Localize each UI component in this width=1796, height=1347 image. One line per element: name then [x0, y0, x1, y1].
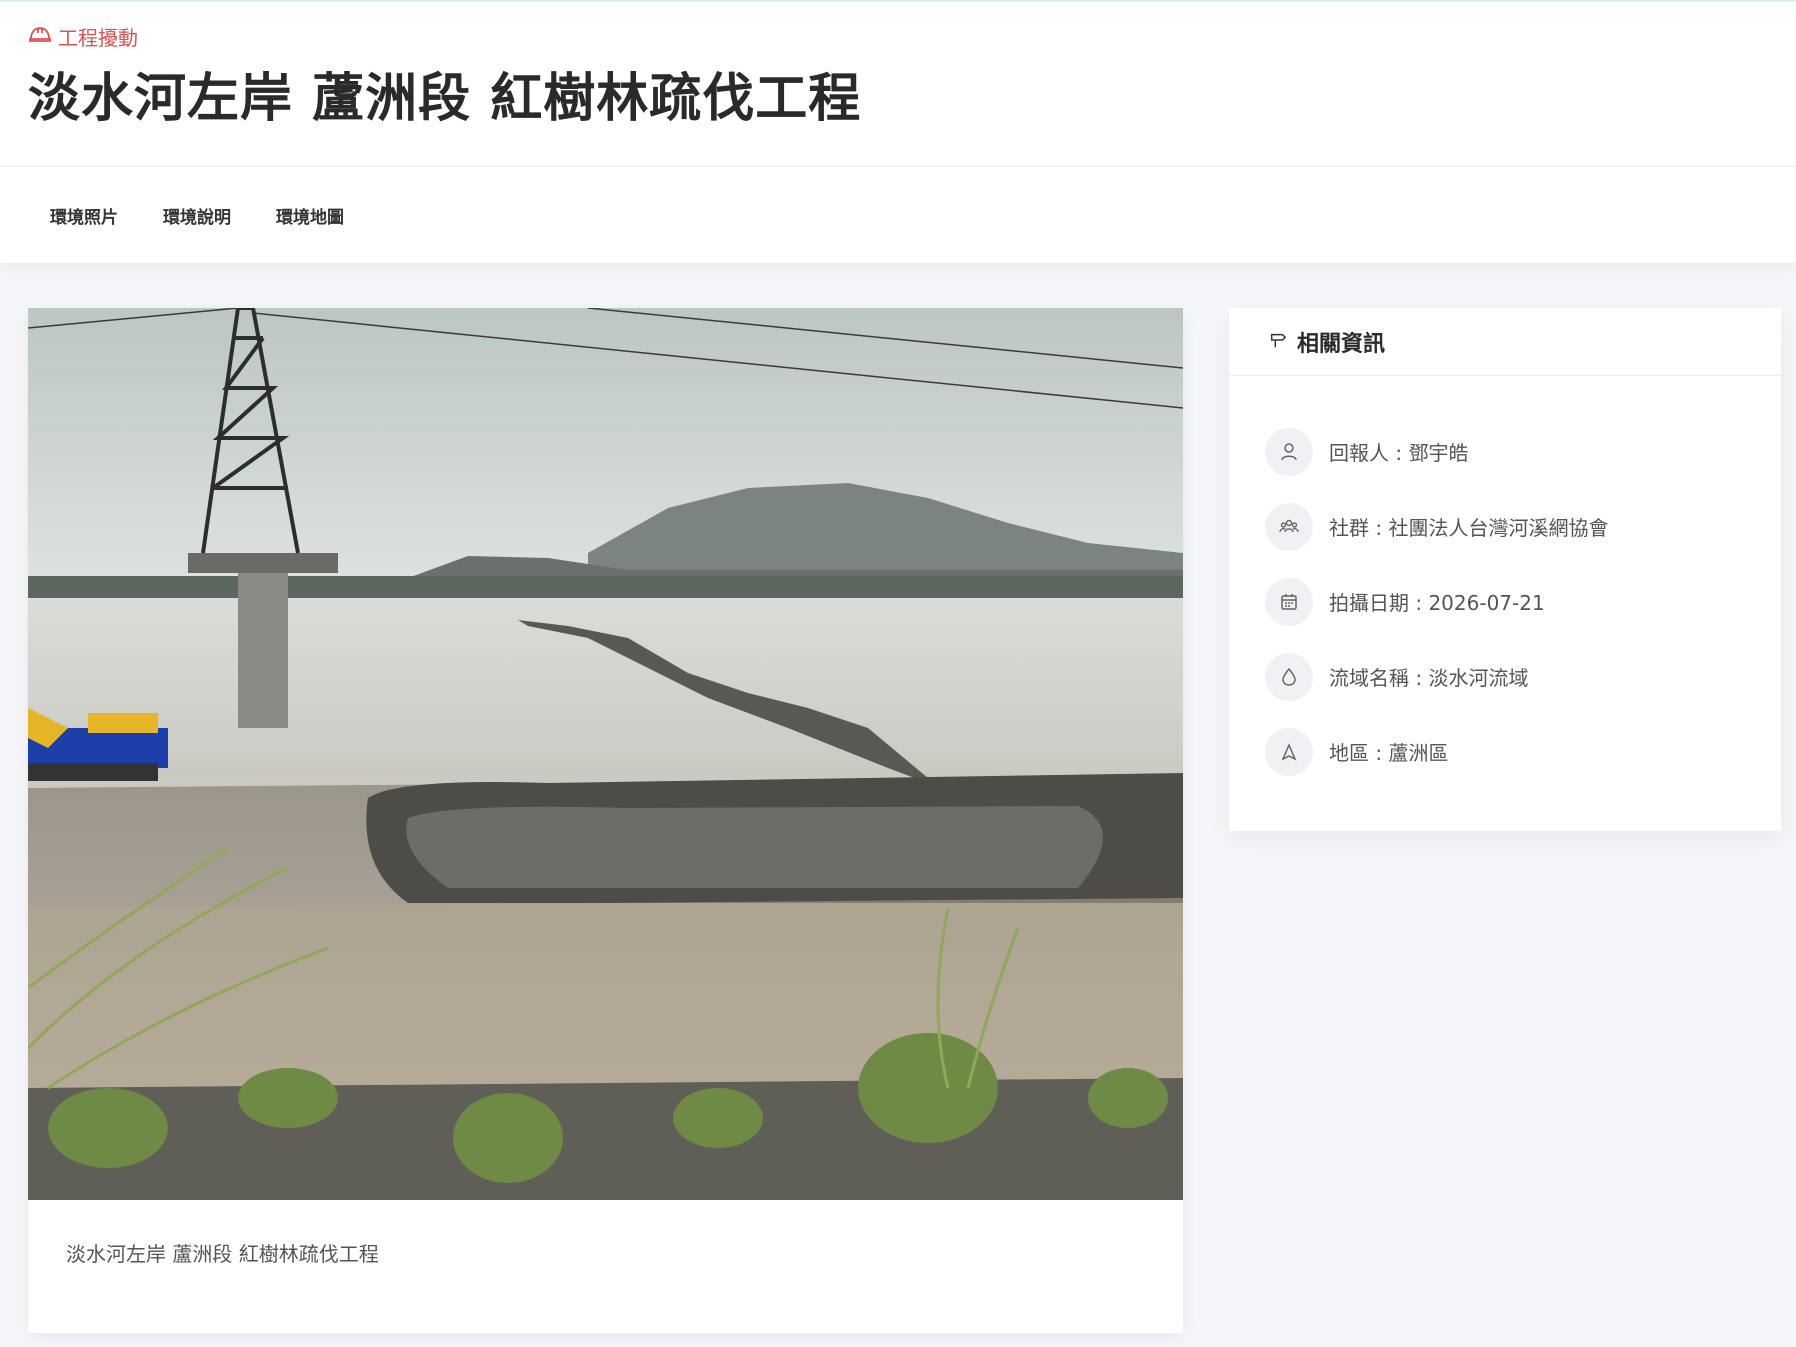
- photo-caption: 淡水河左岸 蘆洲段 紅樹林疏伐工程: [66, 1242, 379, 1266]
- info-item-text: 地區 : 蘆洲區: [1329, 741, 1449, 765]
- hard-hat-icon: [28, 24, 52, 49]
- related-info-card: 相關資訊 回報人 : 鄧宇皓 社群: 社團法人台灣河溪網協會 拍攝日期: 2…: [1229, 308, 1781, 831]
- group-icon: [1265, 502, 1313, 551]
- info-item-reporter: 回報人 : 鄧宇皓: [1265, 414, 1781, 489]
- environment-photo[interactable]: [28, 308, 1183, 1200]
- page-header: 工程擾動 淡水河左岸 蘆洲段 紅樹林疏伐工程: [0, 2, 1796, 167]
- user-icon: [1265, 427, 1313, 476]
- main-content: 淡水河左岸 蘆洲段 紅樹林疏伐工程 相關資訊 回報人 : 鄧宇皓 社群: 社團…: [0, 263, 1796, 1346]
- info-item-community: 社群 : 社團法人台灣河溪網協會: [1265, 489, 1781, 564]
- info-item-basin: 流域名稱 : 淡水河流域: [1265, 639, 1781, 714]
- info-card-title: 相關資訊: [1297, 331, 1386, 357]
- info-item-date: 拍攝日期 : 2026-07-21: [1265, 564, 1781, 639]
- tab-map[interactable]: 環境地圖: [276, 203, 344, 228]
- location-arrow-icon: [1265, 727, 1313, 776]
- info-item-text: 流域名稱 : 淡水河流域: [1329, 666, 1529, 690]
- info-card-header: 相關資訊: [1229, 308, 1781, 376]
- category-text: 工程擾動: [58, 25, 138, 50]
- water-drop-icon: [1265, 652, 1313, 701]
- tab-bar: 環境照片 環境說明 環境地圖: [0, 167, 1796, 263]
- category-label: 工程擾動: [28, 22, 1768, 50]
- info-list: 回報人 : 鄧宇皓 社群 : 社團法人台灣河溪網協會 拍攝日期: 2026-0…: [1229, 376, 1781, 789]
- tab-photos[interactable]: 環境照片: [50, 203, 118, 228]
- info-item-text: 拍攝日期 : 2026-07-21: [1329, 591, 1545, 615]
- signpost-icon: [1269, 331, 1287, 353]
- page-title: 淡水河左岸 蘆洲段 紅樹林疏伐工程: [28, 69, 862, 129]
- calendar-icon: [1265, 577, 1313, 626]
- info-item-text: 社群 : 社團法人台灣河溪網協會: [1329, 516, 1609, 540]
- photo-card: 淡水河左岸 蘆洲段 紅樹林疏伐工程: [28, 308, 1183, 1333]
- info-item-region: 地區 : 蘆洲區: [1265, 714, 1781, 789]
- info-item-text: 回報人 : 鄧宇皓: [1329, 441, 1469, 465]
- tab-description[interactable]: 環境說明: [163, 203, 231, 228]
